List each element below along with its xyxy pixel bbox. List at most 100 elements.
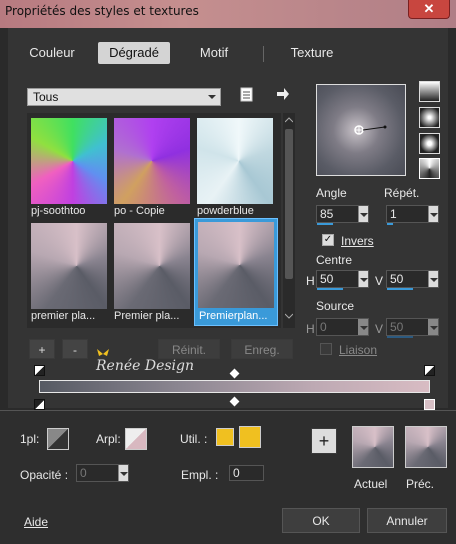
source-v-slider-bar[interactable]	[387, 336, 413, 338]
scroll-up-icon[interactable]	[285, 117, 293, 123]
repeat-value: 1	[390, 207, 397, 221]
add-gradient-button[interactable]: +	[29, 339, 55, 359]
repeat-label: Répét.	[384, 186, 420, 200]
center-h-spinner[interactable]: 50	[316, 270, 369, 290]
swatch-image	[114, 118, 190, 204]
current-label: Actuel	[354, 477, 388, 491]
source-label: Source	[316, 299, 355, 313]
location-field[interactable]: 0	[229, 465, 264, 481]
angle-label: Angle	[316, 186, 347, 200]
cancel-button[interactable]: Annuler	[367, 508, 447, 533]
repeat-spinner[interactable]: 1	[386, 205, 439, 225]
chevron-down-icon[interactable]	[358, 206, 368, 222]
background-stop-button[interactable]	[125, 428, 147, 450]
watermark-text: Renée Design	[96, 358, 195, 374]
swatch-label: premier pla...	[31, 310, 96, 322]
save-button[interactable]: Enreg.	[231, 339, 293, 359]
category-value: Tous	[33, 90, 59, 104]
chevron-down-icon[interactable]	[358, 319, 368, 335]
invert-checkbox[interactable]: ✓	[322, 234, 334, 246]
angle-value: 85	[320, 207, 334, 221]
location-value: 0	[233, 466, 240, 480]
swatch-item[interactable]: pj-soothtoo	[29, 116, 109, 218]
swatch-label: pj-soothtoo	[31, 205, 86, 217]
angle-slider-bar[interactable]	[317, 223, 333, 225]
chevron-down-icon[interactable]	[428, 206, 438, 222]
rectangular-gradient-type-button[interactable]	[419, 107, 440, 128]
swatch-label: Premierplan...	[199, 310, 268, 322]
category-select[interactable]: Tous	[27, 88, 221, 106]
user-color-swatch[interactable]	[216, 428, 234, 446]
source-h-label: H	[306, 322, 315, 336]
swatch-image	[31, 118, 107, 204]
swatch-item[interactable]: Premier pla...	[112, 221, 192, 323]
user-color-picker[interactable]	[239, 426, 261, 448]
center-v-spinner[interactable]: 50	[386, 270, 439, 290]
swatch-image	[31, 223, 107, 309]
gradient-editor-bar[interactable]	[39, 380, 430, 393]
linear-gradient-type-button[interactable]	[419, 81, 440, 102]
close-button[interactable]: ✕	[408, 0, 450, 19]
link-checkbox[interactable]	[320, 343, 332, 355]
chevron-down-icon[interactable]	[428, 319, 438, 335]
swatch-image	[197, 118, 273, 204]
chevron-down-icon[interactable]	[358, 271, 368, 287]
swatch-item-selected[interactable]: Premierplan...	[194, 218, 278, 326]
user-color-label: Util. :	[180, 432, 208, 446]
start-color-marker[interactable]	[34, 365, 45, 376]
tab-separator	[263, 46, 264, 62]
help-link[interactable]: Aide	[24, 515, 48, 529]
title-bar: Propriétés des styles et textures ✕	[0, 0, 456, 28]
scroll-down-icon[interactable]	[285, 313, 293, 319]
scrollbar-thumb[interactable]	[285, 129, 293, 279]
gradient-preview[interactable]	[316, 84, 406, 176]
end-color-marker[interactable]	[424, 365, 435, 376]
source-v-spinner[interactable]: 50	[386, 318, 439, 338]
remove-gradient-button[interactable]: -	[62, 339, 88, 359]
tab-texture[interactable]: Texture	[276, 42, 348, 64]
reset-button[interactable]: Réinit.	[158, 339, 220, 359]
previous-gradient-preview[interactable]	[405, 426, 447, 468]
swatch-label: Premier pla...	[114, 310, 180, 322]
center-v-slider-bar[interactable]	[387, 288, 413, 290]
chevron-down-icon[interactable]	[118, 465, 128, 481]
previous-label: Préc.	[406, 477, 435, 491]
ok-button[interactable]: OK	[282, 508, 360, 533]
foreground-label: 1pl:	[20, 432, 40, 446]
swatch-image	[114, 223, 190, 309]
angle-spinner[interactable]: 85	[316, 205, 369, 225]
resource-manager-icon[interactable]	[240, 87, 254, 106]
swatch-item[interactable]: premier pla...	[29, 221, 109, 323]
location-label: Empl. :	[181, 468, 219, 482]
swatch-scrollbar[interactable]	[283, 113, 295, 328]
window-title: Propriétés des styles et textures	[5, 4, 199, 18]
add-to-swatches-button[interactable]: +	[311, 428, 337, 454]
invert-label: Invers	[341, 234, 374, 248]
background-label: Arpl:	[96, 432, 121, 446]
stop-marker-start[interactable]	[34, 399, 45, 410]
opacity-spinner[interactable]: 0	[76, 464, 129, 482]
center-h-slider-bar[interactable]	[317, 288, 343, 290]
chevron-down-icon	[208, 95, 216, 99]
foreground-stop-button[interactable]	[47, 428, 69, 450]
link-label: Liaison	[339, 343, 378, 357]
chevron-down-icon[interactable]	[428, 271, 438, 287]
swatch-item[interactable]: powderblue	[195, 116, 275, 218]
sunburst-gradient-type-button[interactable]	[419, 158, 440, 179]
repeat-slider-bar[interactable]	[387, 223, 393, 225]
center-h-label: H	[306, 274, 315, 288]
swatch-item[interactable]: po - Copie	[112, 116, 192, 218]
gradient-swatch-grid: pj-soothtoo po - Copie powderblue premie…	[27, 113, 281, 328]
tab-couleur[interactable]: Couleur	[16, 42, 88, 64]
tab-degrade[interactable]: Dégradé	[98, 42, 170, 64]
current-gradient-preview[interactable]	[352, 426, 394, 468]
arrow-right-icon[interactable]	[276, 87, 290, 104]
radial-gradient-type-button[interactable]	[419, 133, 440, 154]
center-h-value: 50	[320, 272, 334, 286]
tab-motif[interactable]: Motif	[178, 42, 250, 64]
source-h-value: 0	[320, 320, 327, 334]
source-v-label: V	[375, 322, 384, 336]
source-h-spinner[interactable]: 0	[316, 318, 369, 336]
center-label: Centre	[316, 253, 353, 267]
stop-marker-end[interactable]	[424, 399, 435, 410]
